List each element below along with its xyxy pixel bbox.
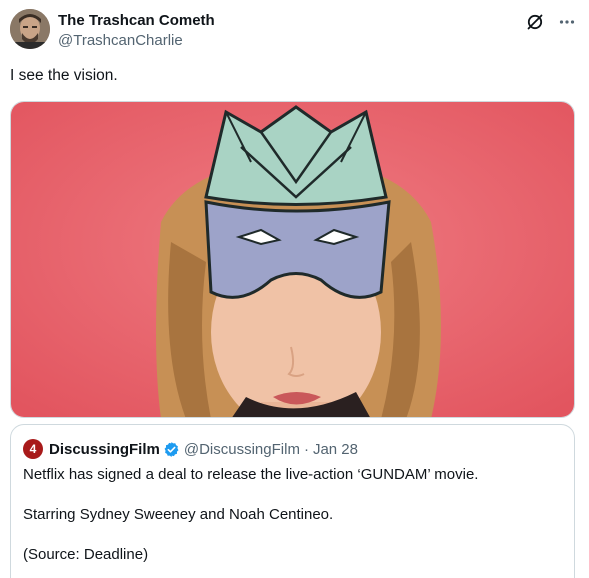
grok-icon[interactable] [525, 12, 545, 32]
avatar[interactable] [10, 9, 50, 49]
quoted-tweet[interactable]: 4 DiscussingFilm @DiscussingFilm · Jan 2… [10, 424, 575, 578]
more-icon[interactable] [557, 12, 577, 32]
separator-dot: · [303, 440, 309, 458]
discussingfilm-logo-icon: 4 [23, 439, 43, 459]
tweet-header: The Trashcan Cometh @TrashcanCharlie [10, 8, 579, 54]
quote-line: (Source: Deadline) [23, 546, 149, 563]
quote-author-handle[interactable]: @DiscussingFilm [184, 441, 300, 458]
image-illustration [11, 102, 574, 417]
author-handle[interactable]: @TrashcanCharlie [58, 31, 215, 51]
author-display-name[interactable]: The Trashcan Cometh [58, 12, 215, 30]
verified-badge-icon [163, 441, 180, 458]
avatar-photo-icon [10, 9, 50, 49]
tweet-text: I see the vision. [10, 67, 118, 84]
quote-line: Starring Sydney Sweeney and Noah Centine… [23, 506, 334, 523]
tweet-image[interactable] [10, 101, 575, 418]
quote-date[interactable]: Jan 28 [313, 441, 358, 458]
quote-line: Netflix has signed a deal to release the… [23, 466, 479, 483]
quote-text: Netflix has signed a deal to release the… [23, 465, 563, 578]
quote-author-name[interactable]: DiscussingFilm [49, 441, 160, 458]
